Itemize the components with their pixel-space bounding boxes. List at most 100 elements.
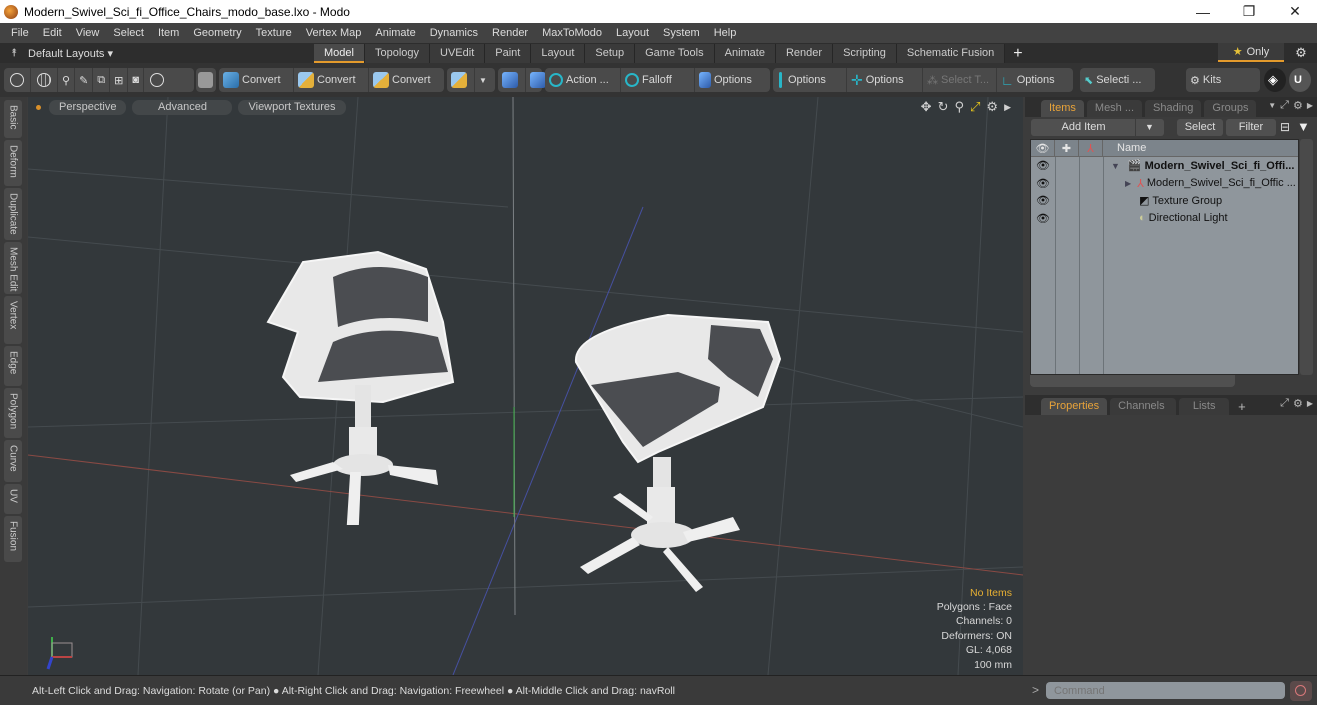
convert-button-3[interactable]: Convert [369,68,444,92]
chair-model-right[interactable] [574,313,782,592]
vertices-mode-button[interactable] [4,68,31,92]
tab-game-tools[interactable]: Game Tools [635,43,715,63]
item-row-directional-light[interactable]: 👁 ◐ Directional Light [1031,210,1298,228]
expand-arrow-icon[interactable]: ▶ [1307,397,1313,411]
only-button[interactable]: ★ Only [1218,43,1284,62]
pen-mode-button[interactable]: ⚲ [58,68,76,92]
menu-geometry[interactable]: Geometry [186,23,248,43]
uv-mode-button[interactable]: ⊞ [110,68,129,92]
falloff-button[interactable]: Falloff [621,68,695,92]
unity-button[interactable]: ◈ [1264,68,1286,92]
visibility-column-icon[interactable]: 👁 [1031,140,1055,156]
tab-render[interactable]: Render [775,43,834,63]
menu-file[interactable]: File [4,23,36,43]
gear-icon[interactable]: ⚙ [986,99,998,115]
gear-icon[interactable]: ⚙ [1293,99,1303,113]
menu-render[interactable]: Render [485,23,535,43]
maximize-icon[interactable]: ⤢ [1280,99,1289,113]
symmetry-button[interactable] [498,68,526,92]
options-button-2[interactable]: Options [773,68,847,92]
dropdown-arrow-icon[interactable]: ▼ [1268,99,1276,113]
gear-icon[interactable]: ⚙ [1293,397,1303,411]
side-tab-vertex[interactable]: Vertex [4,296,22,344]
tab-animate[interactable]: Animate [714,43,776,63]
filter-button[interactable]: Filter [1226,119,1276,136]
side-tab-uv[interactable]: UV [4,484,22,514]
side-tab-edge[interactable]: Edge [4,346,22,386]
side-tab-polygon[interactable]: Polygon [4,388,22,438]
lock-column-icon[interactable]: ✚ [1055,140,1079,156]
options-button-3[interactable]: ✛ Options [847,68,923,92]
menu-vertex-map[interactable]: Vertex Map [299,23,369,43]
zoom-icon[interactable]: ⚲ [954,99,964,115]
cube-dropdown[interactable]: ▼ [447,68,495,92]
tab-mesh[interactable]: Mesh ... [1086,100,1143,117]
add-tab-button[interactable]: + [1232,398,1252,415]
maximize-icon[interactable]: ⤢ [1280,397,1289,411]
minimize-button[interactable]: — [1180,0,1226,23]
viewport-options-dot[interactable] [36,104,41,110]
close-button[interactable]: ✕ [1272,0,1317,23]
unreal-button[interactable]: U [1289,68,1311,92]
selection-sets-button[interactable]: ⬉ Selecti ... [1080,68,1155,92]
polygon-mode-button[interactable]: ⧉ [93,68,111,92]
tab-items[interactable]: Items [1041,100,1084,117]
command-input[interactable] [1046,682,1285,699]
tab-model[interactable]: Model [314,43,365,63]
expand-right-icon[interactable]: ▶ [1125,179,1131,188]
tab-scripting[interactable]: Scripting [833,43,897,63]
side-tab-fusion[interactable]: Fusion [4,516,22,562]
tab-paint[interactable]: Paint [485,43,532,63]
viewport-textures-button[interactable]: Viewport Textures [238,99,346,115]
menu-animate[interactable]: Animate [368,23,422,43]
options-button-4[interactable]: ∟ Options [997,68,1069,92]
eye-icon[interactable]: 👁 [1031,212,1055,225]
cube-button[interactable] [447,68,475,92]
item-row-texture-group[interactable]: 👁 ◩ Texture Group [1031,192,1298,210]
menu-item[interactable]: Item [151,23,186,43]
restore-button[interactable]: ❐ [1226,0,1272,23]
tab-channels[interactable]: Channels [1110,398,1177,415]
record-macro-button[interactable] [1290,681,1312,701]
item-row-scene[interactable]: 👁 ▼ 🎬 Modern_Swivel_Sci_fi_Offi... [1031,157,1298,175]
material-mode-button[interactable]: ◙ [128,68,145,92]
select-button[interactable]: Select [1177,119,1223,136]
perspective-button[interactable]: Perspective [49,99,127,115]
shield-button[interactable] [196,68,216,92]
add-item-dropdown-icon[interactable]: ▼ [1135,119,1163,136]
side-tab-basic[interactable]: Basic [4,100,22,138]
chair-model-left[interactable] [266,250,455,525]
collapse-arrow-icon[interactable]: ⯭ [0,47,28,60]
render-column-icon[interactable]: ⅄ [1079,140,1103,156]
menu-help[interactable]: Help [707,23,744,43]
menu-select[interactable]: Select [106,23,151,43]
gear-icon[interactable]: ⚙ [1290,43,1312,62]
tab-uvedit[interactable]: UVEdit [430,43,486,63]
convert-button-1[interactable]: Convert [219,68,294,92]
menu-dynamics[interactable]: Dynamics [423,23,485,43]
side-tab-curve[interactable]: Curve [4,440,22,482]
tab-setup[interactable]: Setup [585,43,636,63]
move-icon[interactable]: ✥ [921,99,932,115]
action-center-button[interactable]: Action ... [545,68,621,92]
kits-button[interactable]: ⚙ Kits [1186,68,1260,92]
tab-topology[interactable]: Topology [364,43,431,63]
add-tab-button[interactable]: + [1005,44,1030,63]
expand-arrow-icon[interactable]: ▶ [1307,99,1313,113]
menu-maxtomodo[interactable]: MaxToModo [535,23,609,43]
menu-view[interactable]: View [69,23,107,43]
collapse-icon[interactable]: ⊟ [1280,120,1290,134]
selection-button[interactable]: ⬉ Selecti ... [1080,68,1145,92]
tab-shading[interactable]: Shading [1145,100,1202,117]
rotate-icon[interactable]: ↻ [938,99,949,115]
tab-properties[interactable]: Properties [1041,398,1108,415]
convert-button-2[interactable]: Convert [294,68,369,92]
globe-mode-button[interactable] [31,68,58,92]
eye-icon[interactable]: 👁 [1031,159,1055,172]
menu-system[interactable]: System [656,23,707,43]
side-tab-deform[interactable]: Deform [4,140,22,186]
tab-groups[interactable]: Groups [1204,100,1257,117]
item-mode-button[interactable] [144,68,170,92]
select-through-button[interactable]: ⁂ Select T... [923,68,997,92]
expand-arrow-icon[interactable]: ▶ [1004,99,1011,115]
